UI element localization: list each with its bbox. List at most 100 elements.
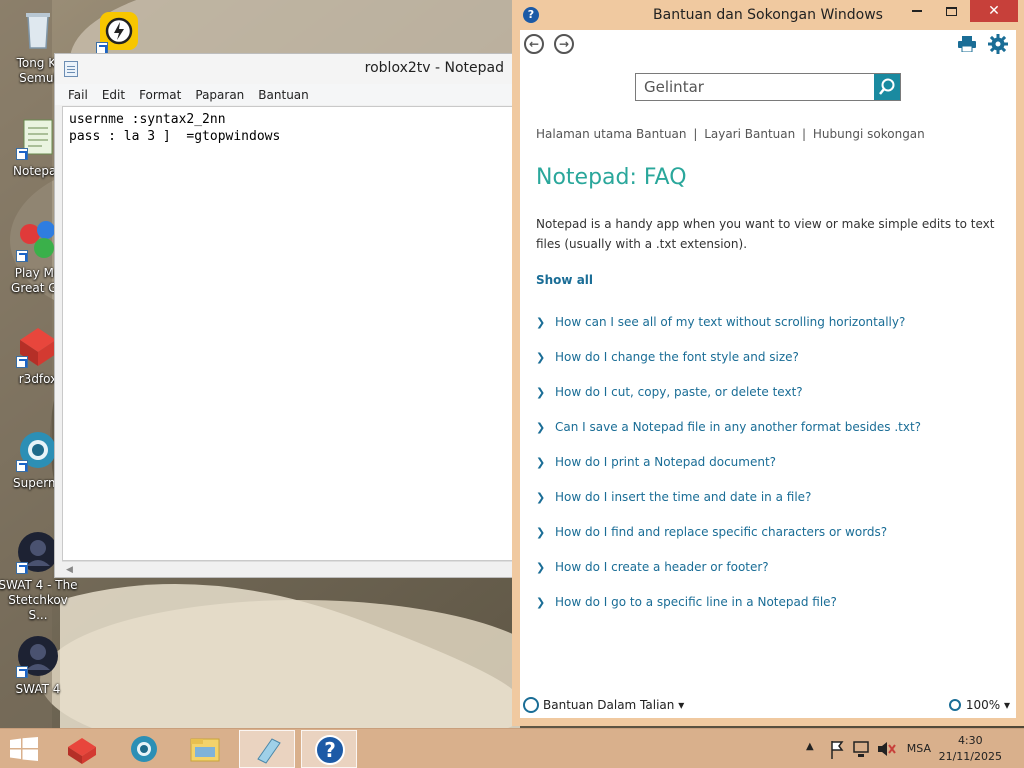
scroll-left-icon[interactable]: ◀ xyxy=(66,565,73,575)
notepad-text-area[interactable]: usernme :syntax2_2nn pass : la 3 ] =gtop… xyxy=(62,106,519,561)
swat4-icon xyxy=(16,634,60,678)
shortcut-arrow-icon xyxy=(16,148,28,160)
menu-edit[interactable]: Edit xyxy=(95,88,132,102)
forward-button[interactable]: → xyxy=(554,34,574,54)
taskbar-file-explorer[interactable] xyxy=(177,730,233,768)
menu-fail[interactable]: Fail xyxy=(61,88,95,102)
taskbar-notepad[interactable] xyxy=(239,730,295,768)
help-question-icon: ? xyxy=(315,735,345,765)
faq-item[interactable]: ❯ How do I go to a specific line in a Not… xyxy=(536,595,921,630)
notepad-title-bar[interactable]: roblox2tv - Notepad xyxy=(55,54,519,84)
faq-item[interactable]: ❯ How can I see all of my text without sc… xyxy=(536,315,921,350)
horizontal-scrollbar[interactable]: ◀ xyxy=(62,561,519,577)
menu-paparan[interactable]: Paparan xyxy=(188,88,251,102)
close-button[interactable]: ✕ xyxy=(970,0,1018,22)
folder-icon xyxy=(190,738,220,762)
search-icon xyxy=(879,78,895,95)
help-content: ← → Halaman utama Bantuan | Layari Bantu… xyxy=(520,30,1016,718)
desktop-icon-app[interactable] xyxy=(78,10,158,58)
recycle-bin-icon xyxy=(16,8,60,52)
svg-text:?: ? xyxy=(324,738,336,762)
gear-icon[interactable] xyxy=(988,34,1008,54)
notepad-icon xyxy=(257,738,281,764)
back-button[interactable]: ← xyxy=(524,34,544,54)
faq-question[interactable]: How do I create a header or footer? xyxy=(555,560,769,574)
chevron-right-icon: ❯ xyxy=(536,386,546,399)
faq-item[interactable]: ❯ How do I find and replace specific char… xyxy=(536,525,921,560)
desktop-icon-swat4[interactable]: SWAT 4 xyxy=(0,634,78,697)
chevron-right-icon: ❯ xyxy=(536,456,546,469)
faq-question[interactable]: Can I save a Notepad file in any another… xyxy=(555,420,921,434)
arrow-left-icon: ← xyxy=(528,37,540,51)
volume-muted-icon[interactable] xyxy=(876,729,896,768)
faq-question[interactable]: How do I cut, copy, paste, or delete tex… xyxy=(555,385,803,399)
breadcrumb-home[interactable]: Halaman utama Bantuan xyxy=(536,127,687,141)
taskbar-r3dfox[interactable] xyxy=(54,730,110,768)
chevron-right-icon: ❯ xyxy=(536,561,546,574)
chevron-right-icon: ❯ xyxy=(536,596,546,609)
network-icon[interactable] xyxy=(852,729,870,768)
minimize-icon xyxy=(912,10,922,12)
show-all-link[interactable]: Show all xyxy=(536,273,593,287)
shortcut-arrow-icon xyxy=(16,250,28,262)
help-title-bar[interactable]: ? Bantuan dan Sokongan Windows ✕ xyxy=(512,0,1024,30)
maximize-button[interactable] xyxy=(934,0,968,22)
search-input[interactable] xyxy=(636,74,874,100)
taskbar-supermium[interactable] xyxy=(116,730,172,768)
menu-format[interactable]: Format xyxy=(132,88,188,102)
online-help-dropdown[interactable]: Bantuan Dalam Talian ▾ xyxy=(543,698,684,712)
faq-question[interactable]: How can I see all of my text without scr… xyxy=(555,315,905,329)
faq-question[interactable]: How do I find and replace specific chara… xyxy=(555,525,887,539)
menu-bantuan[interactable]: Bantuan xyxy=(251,88,315,102)
faq-item[interactable]: ❯ Can I save a Notepad file in any anothe… xyxy=(536,420,921,455)
desktop-icon-label: SWAT 4 - The xyxy=(0,578,78,592)
chevron-right-icon: ❯ xyxy=(536,526,546,539)
faq-question[interactable]: How do I go to a specific line in a Note… xyxy=(555,595,837,609)
zoom-icon xyxy=(948,699,961,711)
help-window[interactable]: ? Bantuan dan Sokongan Windows ✕ ← → Hal… xyxy=(512,0,1024,726)
dropdown-arrow-icon: ▾ xyxy=(678,698,685,712)
action-center-flag-icon[interactable] xyxy=(828,729,846,768)
faq-question[interactable]: How do I print a Notepad document? xyxy=(555,455,776,469)
chevron-right-icon: ❯ xyxy=(536,351,546,364)
notepad-title: roblox2tv - Notepad xyxy=(364,60,504,76)
desktop-icon-label: SWAT 4 xyxy=(15,682,61,696)
input-language[interactable]: MSA xyxy=(907,742,931,755)
close-icon: ✕ xyxy=(988,3,1000,19)
start-button[interactable] xyxy=(10,737,38,761)
taskbar-help[interactable]: ? xyxy=(301,730,357,768)
breadcrumb-contact[interactable]: Hubungi sokongan xyxy=(813,127,925,141)
clock-date: 21/11/2025 xyxy=(938,750,1002,763)
app-lightning-icon xyxy=(96,10,140,54)
faq-question[interactable]: How do I change the font style and size? xyxy=(555,350,799,364)
shortcut-arrow-icon xyxy=(16,460,28,472)
notepad-window[interactable]: roblox2tv - Notepad Fail Edit Format Pap… xyxy=(54,53,520,578)
windows-logo-icon xyxy=(10,737,38,761)
chevron-right-icon: ❯ xyxy=(536,316,546,329)
dropdown-arrow-icon: ▾ xyxy=(1003,698,1010,712)
page-title: Notepad: FAQ xyxy=(536,165,687,190)
arrow-right-icon: → xyxy=(558,37,570,51)
globe-icon xyxy=(523,697,539,713)
faq-item[interactable]: ❯ How do I change the font style and size… xyxy=(536,350,921,385)
clock-time: 4:30 xyxy=(957,734,983,747)
zoom-level: 100% xyxy=(965,698,1001,712)
breadcrumb-browse[interactable]: Layari Bantuan xyxy=(704,127,795,141)
faq-item[interactable]: ❯ How do I insert the time and date in a … xyxy=(536,490,921,525)
system-clock[interactable]: 4:30 21/11/2025 xyxy=(939,733,1002,765)
faq-item[interactable]: ❯ How do I cut, copy, paste, or delete te… xyxy=(536,385,921,420)
notepad-menu-bar: Fail Edit Format Paparan Bantuan xyxy=(55,84,519,105)
faq-item[interactable]: ❯ How do I print a Notepad document? xyxy=(536,455,921,490)
help-search-box xyxy=(635,73,901,101)
shortcut-arrow-icon xyxy=(16,562,28,574)
zoom-control[interactable]: 100% ▾ xyxy=(948,698,1010,712)
faq-item[interactable]: ❯ How do I create a header or footer? xyxy=(536,560,921,595)
breadcrumb: Halaman utama Bantuan | Layari Bantuan |… xyxy=(536,127,925,141)
faq-list: ❯ How can I see all of my text without sc… xyxy=(536,315,921,630)
supermium-icon xyxy=(131,736,157,762)
r3dfox-icon xyxy=(68,738,96,764)
minimize-button[interactable] xyxy=(900,0,934,22)
print-icon[interactable] xyxy=(958,36,976,53)
search-button[interactable] xyxy=(874,74,900,100)
faq-question[interactable]: How do I insert the time and date in a f… xyxy=(555,490,811,504)
